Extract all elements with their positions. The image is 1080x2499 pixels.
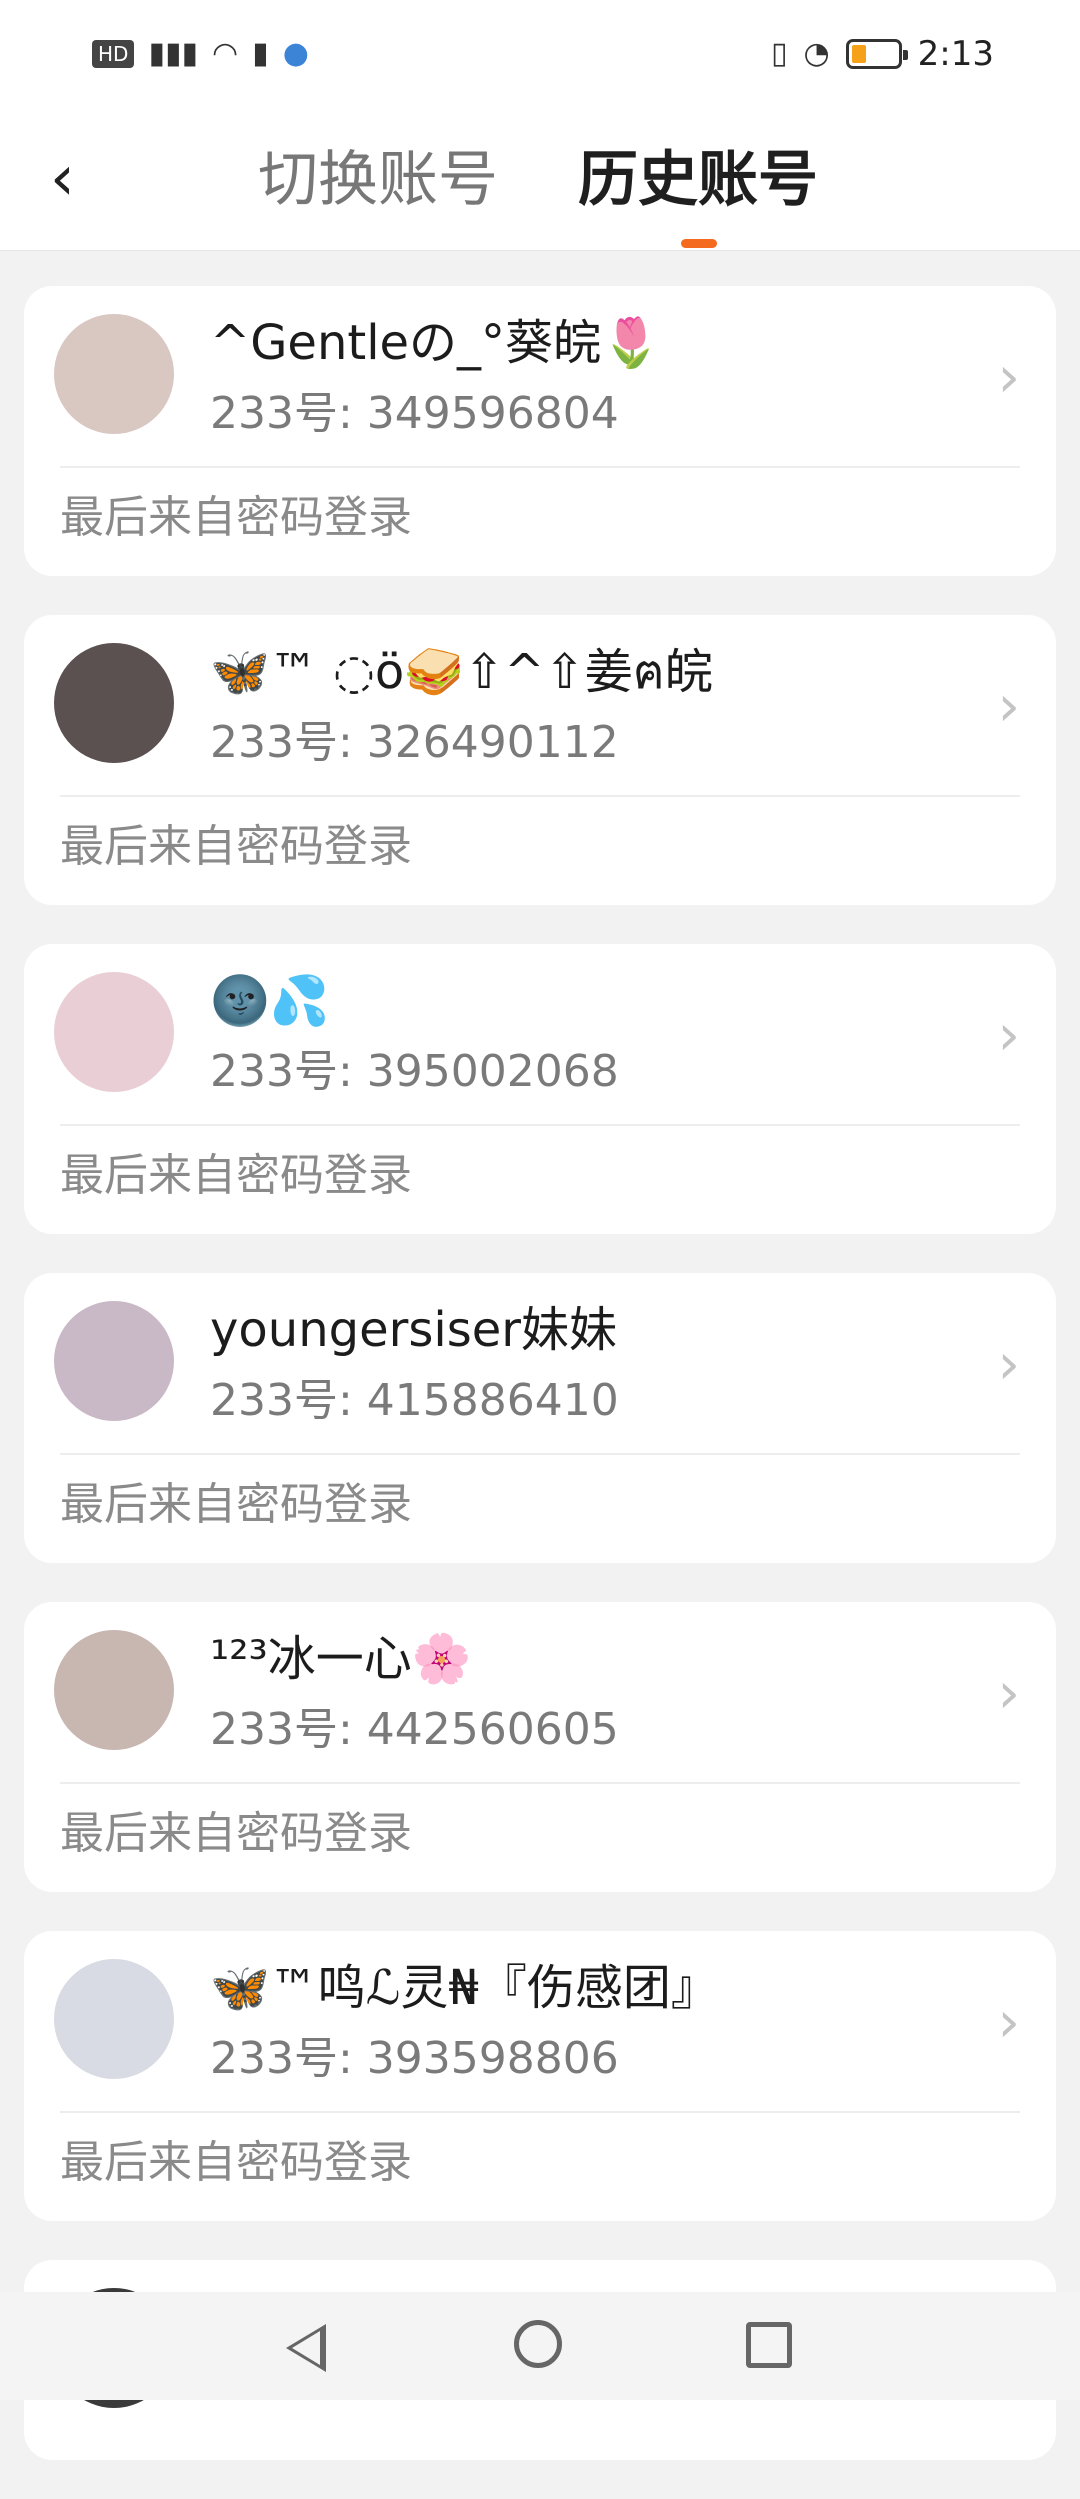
hd-badge-icon: HD <box>92 40 135 68</box>
active-tab-indicator <box>681 239 717 248</box>
nav-recent-apps-icon[interactable] <box>746 2322 792 2368</box>
login-source: 最后来自密码登录 <box>60 1479 412 1530</box>
login-source: 最后来自密码登录 <box>60 821 412 872</box>
chevron-right-icon: › <box>997 674 1020 739</box>
account-card[interactable]: 🦋™ ◌ö🥪⇧^⇧姜ฅ皖 233号: 326490112 › 最后来自密码登录 <box>24 615 1056 905</box>
status-left: HD ▮▮▮ ◠ ▮ ● <box>92 34 309 74</box>
avatar <box>54 1630 174 1750</box>
account-name: 🦋™鸣ℒ灵₦『伤感团』 <box>210 1960 719 2016</box>
login-source: 最后来自密码登录 <box>60 492 412 543</box>
account-card[interactable]: 🦋™鸣ℒ灵₦『伤感团』 233号: 393598806 › 最后来自密码登录 <box>24 1931 1056 2221</box>
status-right: ▯ ◔ 2:13 <box>771 34 994 74</box>
chevron-right-icon: › <box>997 345 1020 410</box>
login-source: 最后来自密码登录 <box>60 1808 412 1859</box>
chevron-right-icon: › <box>997 1990 1020 2055</box>
chevron-right-icon: › <box>997 1332 1020 1397</box>
system-nav-bar <box>0 2292 1080 2400</box>
account-card[interactable]: ¹²³冰一心🌸 233号: 442560605 › 最后来自密码登录 <box>24 1602 1056 1892</box>
account-card[interactable]: youngersiser妹妹 233号: 415886410 › 最后来自密码登… <box>24 1273 1056 1563</box>
account-id: 233号: 393598806 <box>210 2033 619 2084</box>
battery-warning-icon: ▮ <box>252 36 269 71</box>
avatar <box>54 643 174 763</box>
account-card[interactable]: 🌚💦 233号: 395002068 › 最后来自密码登录 <box>24 944 1056 1234</box>
account-name: ¹²³冰一心🌸 <box>210 1631 472 1687</box>
login-source: 最后来自密码登录 <box>60 1150 412 1201</box>
signal-4g-icon: ▮▮▮ <box>148 36 198 71</box>
avatar <box>54 1959 174 2079</box>
account-id: 233号: 415886410 <box>210 1375 619 1426</box>
planet-icon: ● <box>282 36 309 71</box>
account-name: youngersiser妹妹 <box>210 1302 617 1358</box>
account-list: ^Gentleの_°葵皖🌷 233号: 349596804 › 最后来自密码登录… <box>24 286 1056 2499</box>
avatar <box>54 314 174 434</box>
top-area: HD ▮▮▮ ◠ ▮ ● ▯ ◔ 2:13 ‹ 切换账号 历史账号 <box>0 0 1080 251</box>
account-id: 233号: 395002068 <box>210 1046 619 1097</box>
divider <box>60 1782 1020 1784</box>
back-chevron-icon[interactable]: ‹ <box>50 147 90 210</box>
account-id: 233号: 349596804 <box>210 388 619 439</box>
status-bar: HD ▮▮▮ ◠ ▮ ● ▯ ◔ 2:13 <box>0 0 1080 110</box>
chevron-right-icon: › <box>997 1661 1020 1726</box>
account-name: 🦋™ ◌ö🥪⇧^⇧姜ฅ皖 <box>210 644 713 700</box>
divider <box>60 2111 1020 2113</box>
divider <box>60 1453 1020 1455</box>
avatar <box>54 972 174 1092</box>
battery-icon <box>845 39 908 69</box>
divider <box>60 795 1020 797</box>
account-card[interactable]: ^Gentleの_°葵皖🌷 233号: 349596804 › 最后来自密码登录 <box>24 286 1056 576</box>
chevron-right-icon: › <box>997 1003 1020 1068</box>
wifi-icon: ◠ <box>211 36 239 71</box>
avatar <box>54 1301 174 1421</box>
divider <box>60 1124 1020 1126</box>
account-id: 233号: 442560605 <box>210 1704 619 1755</box>
status-time: 2:13 <box>917 34 994 74</box>
tab-switch-account[interactable]: 切换账号 <box>258 140 498 220</box>
nav-back-icon[interactable] <box>286 2324 326 2372</box>
vibrate-icon: ▯ <box>770 36 788 71</box>
speedometer-icon: ◔ <box>803 36 830 71</box>
login-source: 最后来自密码登录 <box>60 2137 412 2188</box>
account-id: 233号: 326490112 <box>210 717 619 768</box>
account-name: 🌚💦 <box>210 973 330 1029</box>
tab-history-account[interactable]: 历史账号 <box>578 140 818 220</box>
divider <box>60 466 1020 468</box>
account-name: ^Gentleの_°葵皖🌷 <box>210 315 661 371</box>
nav-home-icon[interactable] <box>514 2320 562 2368</box>
